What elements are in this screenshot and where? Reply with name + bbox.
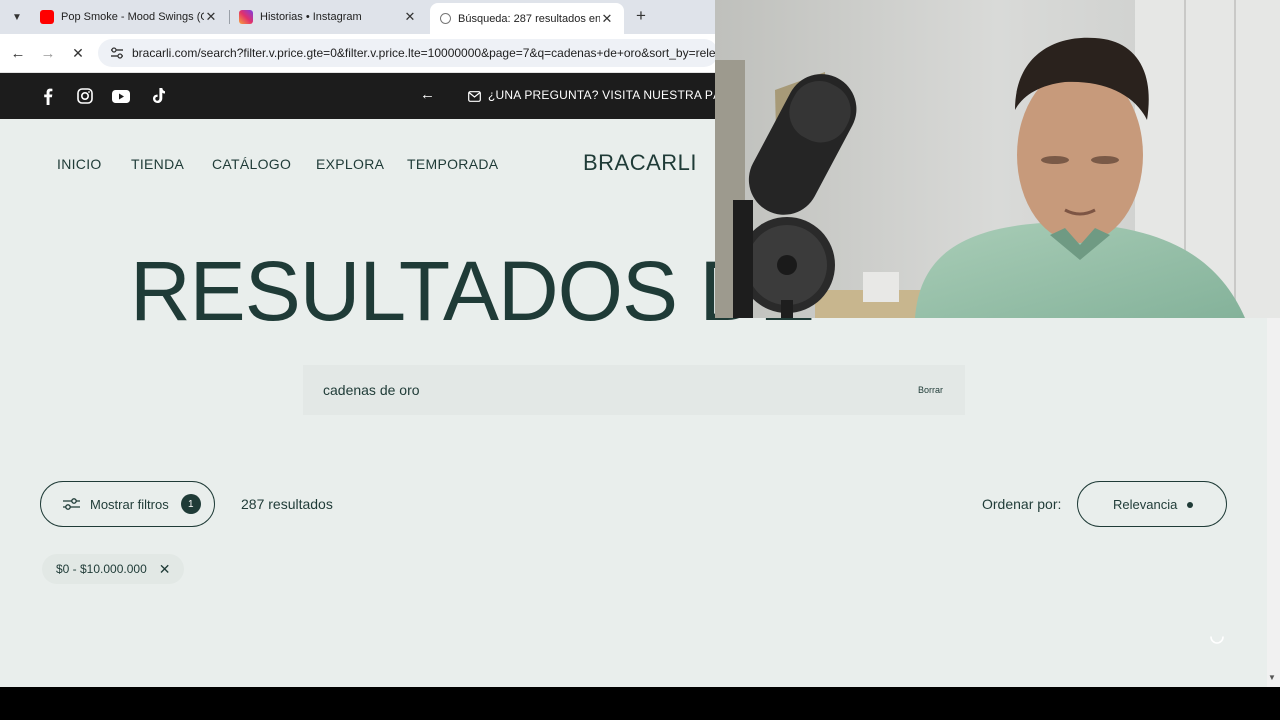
instagram-favicon-icon <box>239 10 253 24</box>
show-filters-button[interactable]: Mostrar filtros 1 <box>40 481 215 527</box>
active-filter-chip-price[interactable]: $0 - $10.000.000 ✕ <box>42 554 185 584</box>
vertical-scrollbar[interactable] <box>1267 313 1280 687</box>
sort-label: Ordenar por: <box>982 496 1062 512</box>
facebook-icon[interactable] <box>39 87 57 105</box>
active-filters-count-badge: 1 <box>180 494 201 514</box>
bottom-black-bar <box>0 687 1280 720</box>
stop-loading-icon[interactable]: ✕ <box>68 43 88 63</box>
back-arrow-icon[interactable]: ← <box>8 43 28 63</box>
loading-spinner-icon <box>1210 636 1224 644</box>
url-text: bracarli.com/search?filter.v.price.gte=0… <box>132 46 718 60</box>
nav-link-tienda[interactable]: TIENDA <box>131 156 184 172</box>
nav-link-inicio[interactable]: INICIO <box>57 156 102 172</box>
tiktok-icon[interactable] <box>149 87 167 105</box>
clear-search-button[interactable]: Borrar <box>918 385 943 395</box>
tab-pop-smoke[interactable]: Pop Smoke - Mood Swings (Of ✕ <box>30 3 228 31</box>
new-tab-plus-icon[interactable]: + <box>631 6 651 26</box>
results-count: 287 resultados <box>241 496 333 512</box>
tab-instagram[interactable]: Historias • Instagram ✕ <box>229 3 427 31</box>
tab-close-icon[interactable]: ✕ <box>403 9 417 25</box>
tab-close-icon[interactable]: ✕ <box>204 9 218 25</box>
nav-link-temporada[interactable]: TEMPORADA <box>407 156 498 172</box>
search-query-value: cadenas de oro <box>323 382 420 398</box>
brand-logo[interactable]: BRACARLI <box>583 150 697 176</box>
show-filters-label: Mostrar filtros <box>90 496 169 512</box>
mail-icon <box>468 89 481 107</box>
nav-link-catalogo[interactable]: CATÁLOGO <box>212 156 291 172</box>
tab-title: Búsqueda: 287 resultados enco <box>458 12 600 25</box>
filter-sliders-icon <box>63 498 80 510</box>
scroll-down-arrow-icon[interactable]: ▼ <box>1268 673 1276 682</box>
url-field[interactable]: bracarli.com/search?filter.v.price.gte=0… <box>98 39 718 67</box>
youtube-favicon-icon <box>40 10 54 24</box>
sort-selected-value: Relevancia <box>1113 497 1178 512</box>
sort-dot-icon <box>1187 502 1193 508</box>
tab-close-icon[interactable]: ✕ <box>600 11 614 27</box>
bracarli-favicon-icon <box>440 13 451 24</box>
filter-chip-label: $0 - $10.000.000 <box>56 562 147 576</box>
announcement-text[interactable]: ¿UNA PREGUNTA? VISITA NUESTRA PÁGINA <box>488 88 751 102</box>
webcam-overlay <box>715 0 1280 318</box>
sort-select[interactable]: Relevancia <box>1077 481 1227 527</box>
tab-title: Pop Smoke - Mood Swings (Of <box>61 11 204 23</box>
tab-search-chevron-icon[interactable]: ▼ <box>6 7 28 27</box>
remove-filter-close-icon[interactable]: ✕ <box>159 561 171 578</box>
instagram-icon[interactable] <box>76 87 94 105</box>
tab-busqueda[interactable]: Búsqueda: 287 resultados enco ✕ <box>430 3 624 34</box>
forward-arrow-icon[interactable]: → <box>38 43 58 63</box>
nav-link-explora[interactable]: EXPLORA <box>316 156 384 172</box>
page-title: RESULTADOS DE <box>130 244 815 338</box>
site-settings-icon[interactable] <box>110 47 124 59</box>
search-input[interactable]: cadenas de oro Borrar <box>303 365 965 415</box>
tab-title: Historias • Instagram <box>260 11 362 23</box>
youtube-icon[interactable] <box>112 87 130 105</box>
announcement-prev-arrow-icon[interactable]: ← <box>420 86 435 103</box>
webcam-scene <box>715 0 1280 318</box>
